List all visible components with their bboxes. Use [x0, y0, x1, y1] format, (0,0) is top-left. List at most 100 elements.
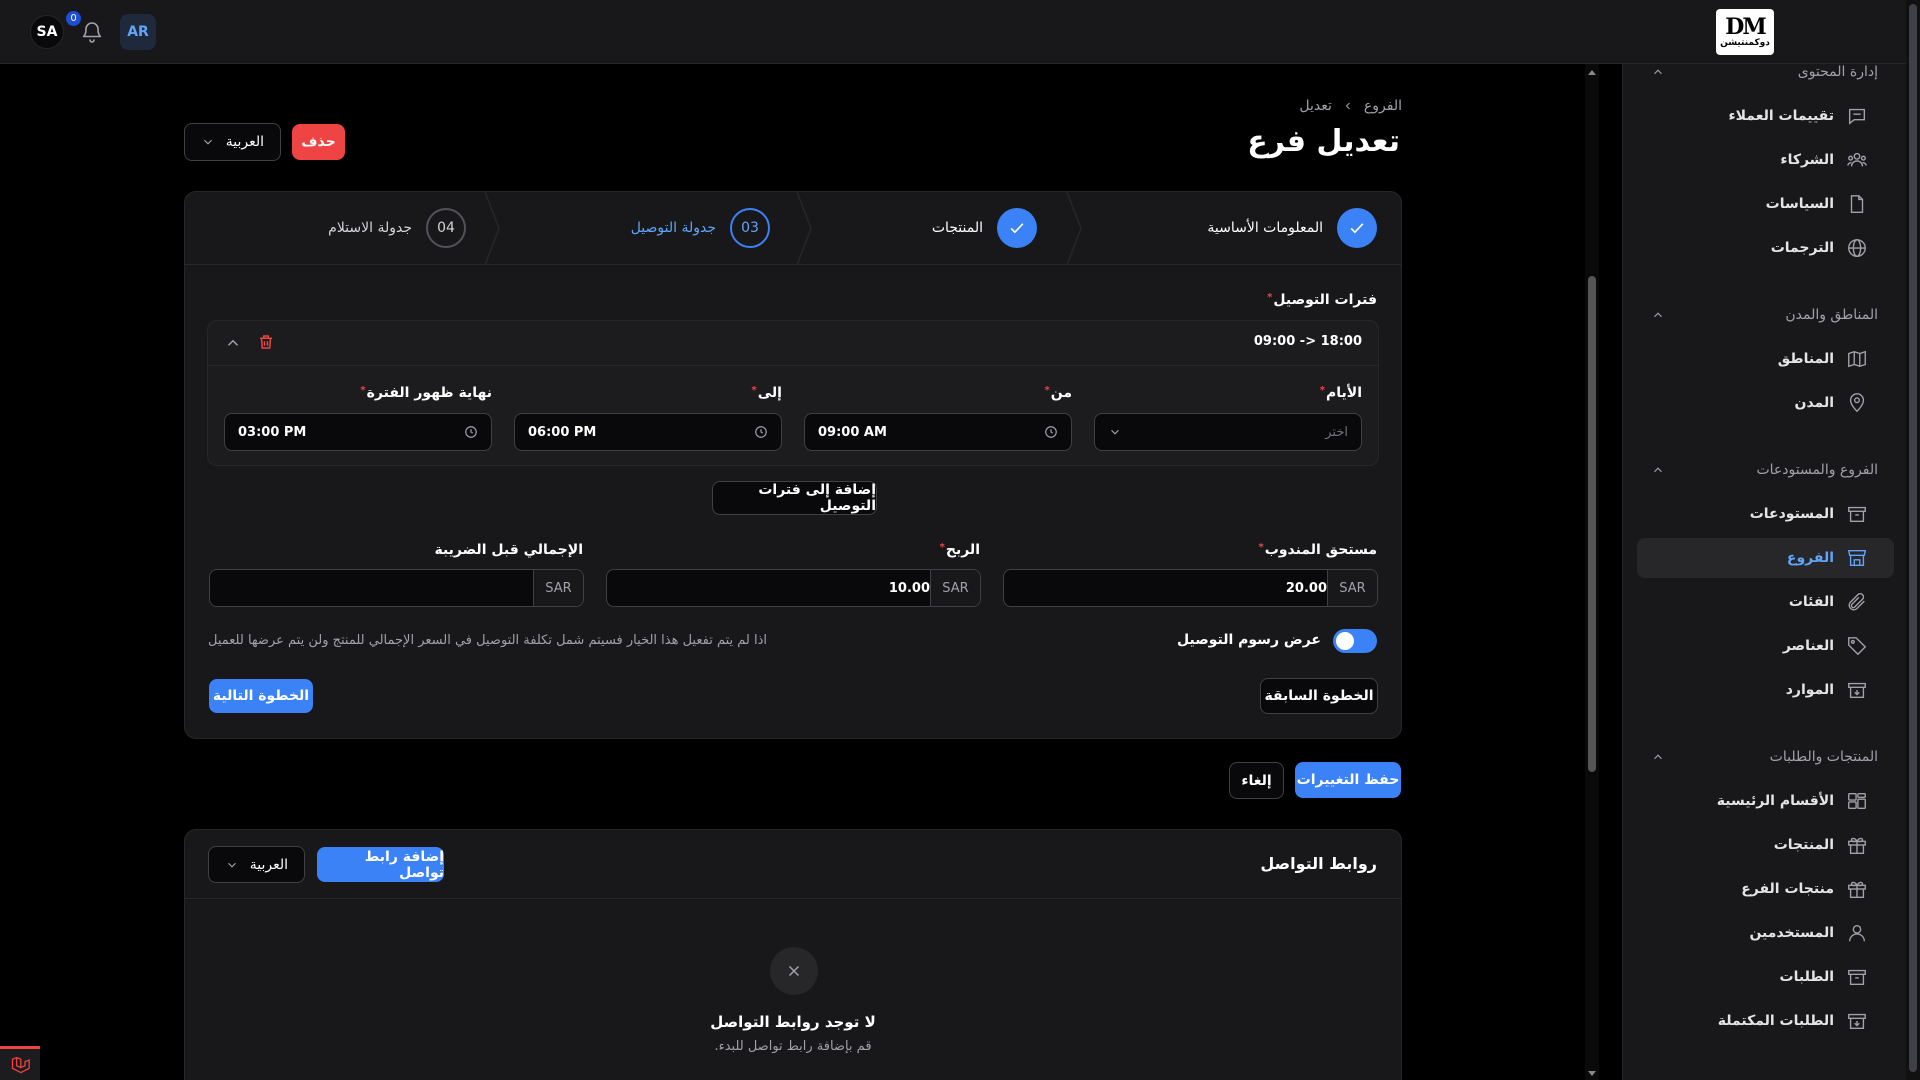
- wizard-step-products[interactable]: المنتجات: [932, 208, 1037, 248]
- days-select-placeholder: اختر: [1325, 424, 1348, 440]
- visibility-end-label: نهاية ظهور الفترة*: [360, 385, 492, 401]
- visibility-end-time-value: 03:00 PM: [238, 424, 307, 440]
- chevron-up-icon[interactable]: [224, 334, 242, 352]
- sidebar-item-label: الطلبات: [1779, 969, 1834, 985]
- save-changes-button[interactable]: حفظ التغييرات: [1295, 762, 1401, 798]
- rep-due-input[interactable]: SAR 20.00: [1003, 569, 1378, 607]
- rep-due-value: 20.00: [1285, 580, 1327, 596]
- scroll-up-arrow-icon[interactable]: [1587, 68, 1597, 78]
- sidebar-item-label: المستودعات: [1749, 506, 1834, 522]
- breadcrumb-parent-link[interactable]: الفروع: [1364, 98, 1402, 114]
- chevron-up-icon: [1654, 467, 1662, 473]
- days-select[interactable]: اختر: [1094, 413, 1362, 451]
- to-time-input[interactable]: 06:00 PM: [514, 413, 782, 451]
- wizard-step-delivery-schedule[interactable]: 03 جدولة التوصيل: [631, 208, 770, 248]
- clock-icon: [755, 426, 767, 438]
- step-separator: [484, 192, 500, 265]
- close-icon: [788, 965, 800, 977]
- sidebar-item-partners[interactable]: الشركاء: [1637, 140, 1894, 180]
- sidebar-item-products[interactable]: المنتجات: [1637, 825, 1894, 865]
- sidebar-item-label: تقييمات العملاء: [1728, 108, 1834, 124]
- rep-due-label-text: مستحق المندوب: [1264, 542, 1377, 558]
- to-label-text: إلى: [757, 385, 782, 401]
- delete-button[interactable]: حذف: [292, 124, 345, 160]
- total-before-tax-label: الإجمالي قبل الضريبة: [434, 542, 583, 558]
- sidebar-item-main-sections[interactable]: الأقسام الرئيسية: [1637, 781, 1894, 821]
- sidebar-item-warehouses[interactable]: المستودعات: [1637, 494, 1894, 534]
- logo-text: دوكمنتيشن: [1720, 37, 1770, 48]
- wizard-steps: المعلومات الأساسية المنتجات 03 جدولة الت…: [185, 192, 1401, 265]
- empty-state-title: لا توجد روابط التواصل: [710, 1013, 876, 1031]
- breadcrumb-current: تعديل: [1299, 98, 1332, 114]
- visibility-end-time-input[interactable]: 03:00 PM: [224, 413, 492, 451]
- sidebar-item-testimonials[interactable]: تقييمات العملاء: [1637, 96, 1894, 136]
- total-before-tax-value: [210, 570, 533, 606]
- chevron-left-icon: [1345, 102, 1350, 110]
- sidebar-item-label: الفروع: [1786, 550, 1834, 566]
- profit-value: 10.00: [888, 580, 930, 596]
- trash-icon[interactable]: [257, 333, 275, 351]
- total-before-tax-input[interactable]: SAR: [209, 569, 584, 607]
- rep-due-label: مستحق المندوب*: [1258, 542, 1377, 558]
- sidebar-item-branch-products[interactable]: منتجات الفرع: [1637, 869, 1894, 909]
- social-language-select[interactable]: العربية: [208, 846, 305, 883]
- sidebar-item-orders[interactable]: الطلبات: [1637, 957, 1894, 997]
- globe-icon: [1848, 239, 1866, 257]
- notifications-count-badge: 0: [66, 11, 81, 26]
- profit-input[interactable]: SAR 10.00: [606, 569, 981, 607]
- sidebar-group-regions[interactable]: المناطق والمدن: [1651, 300, 1878, 330]
- previous-step-button[interactable]: الخطوة السابقة: [1260, 678, 1378, 714]
- sidebar-group-content[interactable]: إدارة المحتوى: [1651, 64, 1878, 87]
- language-select-value: العربية: [225, 134, 264, 150]
- sidebar-item-translations[interactable]: الترجمات: [1637, 228, 1894, 268]
- scroll-down-arrow-icon[interactable]: [1587, 1068, 1597, 1078]
- next-step-button[interactable]: الخطوة التالية: [209, 679, 313, 713]
- currency-prefix: SAR: [533, 570, 583, 606]
- debugbar-toggle[interactable]: [0, 1046, 40, 1080]
- wizard-step-pickup-schedule[interactable]: 04 جدولة الاستلام: [328, 208, 466, 248]
- sidebar-item-elements[interactable]: العناصر: [1637, 626, 1894, 666]
- social-links-card: روابط التواصل إضافة رابط تواصل العربية ل…: [184, 829, 1402, 1080]
- content-scrollbar-thumb[interactable]: [1588, 276, 1596, 772]
- from-time-value: 09:00 AM: [818, 424, 887, 440]
- language-switcher[interactable]: AR: [120, 14, 156, 50]
- app-logo[interactable]: DM دوكمنتيشن: [1716, 9, 1774, 55]
- empty-state-hint: قم بإضافة رابط تواصل للبدء.: [714, 1039, 872, 1054]
- from-label-text: من: [1050, 385, 1072, 401]
- sidebar-group-title: المنتجات والطلبات: [1769, 749, 1878, 765]
- check-icon: [1010, 223, 1024, 234]
- from-time-input[interactable]: 09:00 AM: [804, 413, 1072, 451]
- bell-icon[interactable]: [80, 20, 104, 44]
- sidebar-item-label: المنتجات: [1773, 837, 1834, 853]
- add-delivery-period-button[interactable]: إضافة إلى فترات التوصيل: [712, 481, 877, 515]
- sidebar-item-label: المدن: [1794, 395, 1834, 411]
- add-social-link-button[interactable]: إضافة رابط تواصل: [317, 847, 444, 882]
- map-icon: [1848, 350, 1866, 368]
- sidebar-item-label: السياسات: [1765, 196, 1834, 212]
- user-avatar[interactable]: SA: [30, 15, 64, 49]
- sidebar-item-cities[interactable]: المدن: [1637, 383, 1894, 423]
- show-delivery-fees-toggle[interactable]: [1333, 629, 1377, 653]
- cancel-button[interactable]: إلغاء: [1229, 762, 1284, 799]
- step-label: جدولة الاستلام: [328, 220, 412, 236]
- sidebar-item-users[interactable]: المستخدمين: [1637, 913, 1894, 953]
- content-scrollbar[interactable]: [1585, 64, 1599, 1080]
- document-icon: [1850, 195, 1864, 213]
- sidebar-group-products[interactable]: المنتجات والطلبات: [1651, 742, 1878, 772]
- wizard-step-basic-info[interactable]: المعلومات الأساسية: [1207, 208, 1377, 248]
- window-scrollbar[interactable]: [1906, 0, 1920, 1080]
- tag-icon: [1848, 637, 1867, 656]
- window-scrollbar-thumb[interactable]: [1909, 4, 1917, 1072]
- sidebar-item-resources[interactable]: الموارد: [1637, 670, 1894, 710]
- delivery-period-header[interactable]: 09:00 -> 18:00: [208, 321, 1378, 366]
- page-title: تعديل فرع: [1247, 124, 1400, 159]
- language-select[interactable]: العربية: [184, 123, 281, 161]
- sidebar-item-policies[interactable]: السياسات: [1637, 184, 1894, 224]
- check-icon: [1350, 223, 1364, 234]
- sidebar-item-label: الموارد: [1785, 682, 1834, 698]
- sidebar-item-categories[interactable]: الفئات: [1637, 582, 1894, 622]
- sidebar-item-completed-orders[interactable]: الطلبات المكتملة: [1637, 1001, 1894, 1041]
- sidebar-item-branches[interactable]: الفروع: [1637, 538, 1894, 578]
- sidebar-item-regions[interactable]: المناطق: [1637, 339, 1894, 379]
- sidebar-group-branches[interactable]: الفروع والمستودعات: [1651, 455, 1878, 485]
